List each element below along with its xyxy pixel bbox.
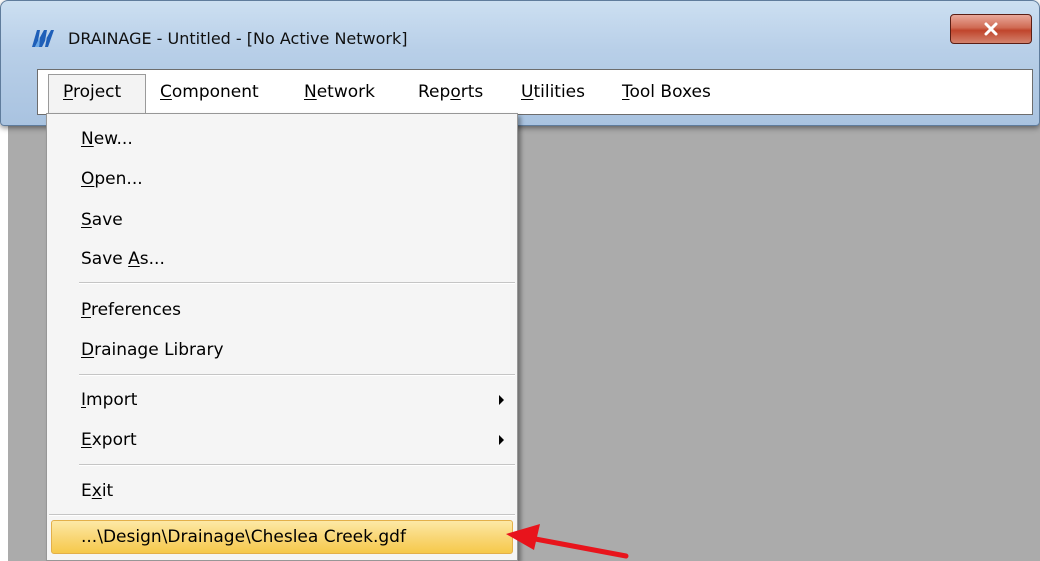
menu-label-post: roject bbox=[72, 82, 122, 102]
item-label-key: N bbox=[81, 129, 94, 149]
menu-separator bbox=[49, 514, 515, 516]
red-arrow-icon bbox=[506, 524, 629, 559]
item-label-pre: E bbox=[81, 481, 92, 501]
recent-file-item[interactable]: ...\Design\Drainage\Cheslea Creek.gdf bbox=[51, 520, 513, 554]
menu-tool-boxes[interactable]: Tool Boxes bbox=[622, 70, 711, 114]
menu-component[interactable]: Component bbox=[160, 70, 259, 114]
window-title: DRAINAGE - Untitled - [No Active Network… bbox=[68, 29, 408, 48]
menu-utilities[interactable]: Utilities bbox=[521, 70, 585, 114]
menu-item-import[interactable]: Import bbox=[81, 390, 137, 410]
menu-label-key: o bbox=[450, 82, 461, 102]
item-label-post: rainage Library bbox=[94, 340, 224, 360]
menu-network[interactable]: Network bbox=[304, 70, 375, 114]
item-label-post: xport bbox=[91, 430, 137, 450]
title-bar[interactable]: DRAINAGE - Untitled - [No Active Network… bbox=[1, 1, 1039, 59]
menu-label-key: U bbox=[521, 82, 534, 102]
item-label-post: pen... bbox=[94, 169, 143, 189]
drainage-app-icon bbox=[32, 30, 54, 47]
menu-label-post: tilities bbox=[533, 82, 585, 102]
item-label-post: references bbox=[90, 300, 181, 320]
item-label-key: O bbox=[81, 169, 95, 189]
item-label-post: it bbox=[101, 481, 114, 501]
menu-bar: Project Component Network Reports Utilit… bbox=[37, 69, 1033, 115]
menu-label-key: C bbox=[160, 82, 172, 102]
menu-item-open[interactable]: Open... bbox=[81, 169, 143, 189]
project-dropdown-menu: New... Open... Save Save As... Preferenc… bbox=[46, 113, 518, 561]
item-label-post: ew... bbox=[93, 129, 133, 149]
item-label-post: mport bbox=[86, 390, 138, 410]
submenu-arrow-icon bbox=[499, 435, 504, 445]
item-label-key: D bbox=[81, 340, 95, 360]
menu-reports[interactable]: Reports bbox=[418, 70, 483, 114]
menu-item-save[interactable]: Save bbox=[81, 210, 123, 230]
item-label-key: P bbox=[81, 300, 91, 320]
recent-file-label: ...\Design\Drainage\Cheslea Creek.gdf bbox=[81, 527, 406, 547]
menu-label-post: ool Boxes bbox=[629, 82, 711, 102]
menu-label-pre: Rep bbox=[418, 82, 451, 102]
item-label-key: E bbox=[81, 430, 92, 450]
menu-item-new[interactable]: New... bbox=[81, 129, 133, 149]
close-button[interactable] bbox=[950, 14, 1032, 44]
menu-separator bbox=[79, 374, 515, 376]
menu-label-key: T bbox=[622, 82, 630, 102]
item-label-pre: Save bbox=[81, 249, 129, 269]
item-label-key: x bbox=[91, 481, 102, 501]
app-window: DRAINAGE - Untitled - [No Active Network… bbox=[0, 0, 1040, 126]
menu-item-export[interactable]: Export bbox=[81, 430, 137, 450]
submenu-arrow-icon bbox=[499, 395, 504, 405]
menu-label-key: P bbox=[63, 82, 73, 102]
menu-item-exit[interactable]: Exit bbox=[81, 481, 113, 501]
menu-separator bbox=[79, 282, 515, 284]
menu-project[interactable]: Project bbox=[48, 74, 146, 115]
menu-item-drainage-library[interactable]: Drainage Library bbox=[81, 340, 224, 360]
menu-label-post: omponent bbox=[171, 82, 259, 102]
item-label-post: s... bbox=[139, 249, 165, 269]
menu-item-save-as[interactable]: Save As... bbox=[81, 249, 165, 269]
close-icon bbox=[984, 22, 998, 36]
menu-label-post: etwork bbox=[316, 82, 375, 102]
menu-label-key: N bbox=[304, 82, 317, 102]
menu-item-preferences[interactable]: Preferences bbox=[81, 300, 181, 320]
menu-label-post: rts bbox=[460, 82, 484, 102]
item-label-key: A bbox=[128, 249, 140, 269]
menu-separator bbox=[79, 464, 515, 466]
item-label-key: S bbox=[81, 210, 92, 230]
item-label-post: ave bbox=[91, 210, 123, 230]
